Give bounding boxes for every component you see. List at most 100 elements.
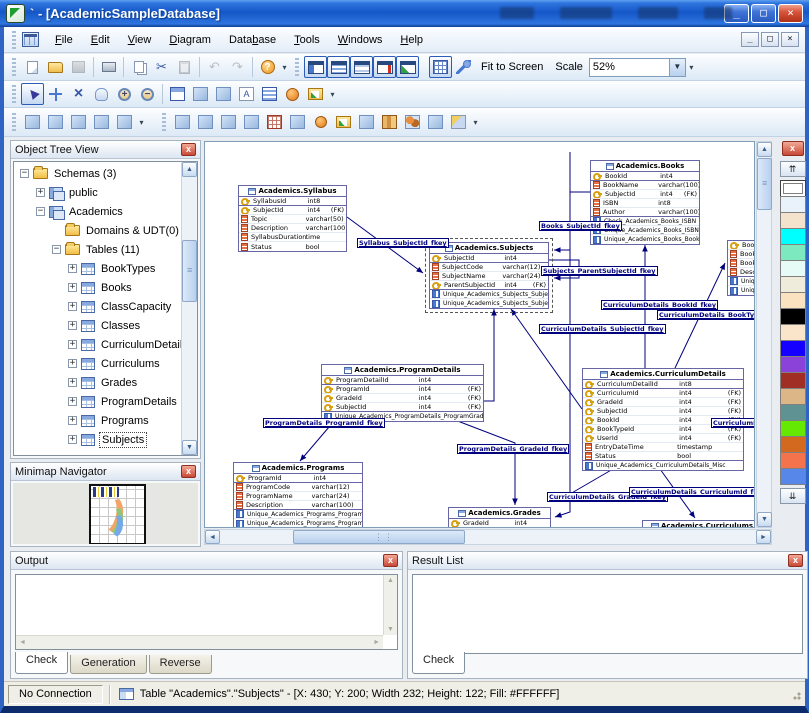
color-swatch-16[interactable] [780,452,806,469]
tab-check[interactable]: Check [15,652,68,674]
er-table-academics-programs[interactable]: Academics.ProgramsProgramIdint4ProgramCo… [233,462,363,528]
users-button[interactable] [401,111,424,133]
scroll-right-icon[interactable]: ► [756,530,771,544]
output-vertical-scrollbar[interactable]: ▲▼ [383,575,397,635]
rows-button[interactable] [258,83,281,105]
color-swatch-1[interactable] [780,212,806,229]
copy-structure-button[interactable] [212,83,235,105]
plus-expander-icon[interactable]: + [68,283,77,292]
new-button[interactable] [21,56,44,78]
output-horizontal-scrollbar[interactable]: ◄► [16,635,383,649]
open-button[interactable] [44,56,67,78]
menu-edit[interactable]: Edit [82,31,119,49]
toolbar-more-icon[interactable]: ▾ [470,118,481,127]
palette-close-icon[interactable]: x [782,141,804,156]
pan-button[interactable] [90,83,113,105]
er-column-row[interactable]: Statusbool [239,242,346,251]
cut-button[interactable] [150,56,173,78]
tree-item-grades[interactable]: +Grades [14,373,181,392]
er-index-row[interactable]: Unique_Academics_Programs_ProgramName [234,519,362,528]
color-swatch-7[interactable] [780,308,806,325]
grid-b-button[interactable] [240,111,263,133]
copy-diagram-button[interactable] [189,83,212,105]
er-column-row[interactable]: BookNamevarchar(100) [591,181,699,190]
er-column-row[interactable]: ProgramIdint4 [234,474,362,483]
print-button[interactable] [97,56,120,78]
er-column-row[interactable]: Topicvarchar(50) [239,215,346,224]
grid-d-button[interactable] [263,111,286,133]
scroll-left-icon[interactable]: ◄ [205,530,220,544]
er-table-clipped[interactable]: BookTBookTBookTDescriUniquUniqu [727,240,755,296]
fkey-label-programdetails_gradeid_fkey[interactable]: ProgramDetails_GradeId_fkey [457,444,569,454]
plus-expander-icon[interactable]: + [36,188,45,197]
color-swatch-0[interactable] [780,196,806,213]
minimap-viewport[interactable] [89,484,146,544]
folder-b-button[interactable] [332,111,355,133]
color-swatch-15[interactable] [780,436,806,453]
resize-grip[interactable] [789,688,801,700]
keys-button[interactable] [447,111,470,133]
er-column-row[interactable]: EntryDateTimetimestamp [583,443,743,452]
tree-item-programs[interactable]: +Programs [14,411,181,430]
mdi-close-button[interactable]: × [781,32,799,47]
convert-button[interactable] [286,111,309,133]
er-table-academics-programdetails[interactable]: Academics.ProgramDetailsProgramDetailIdi… [321,364,484,422]
scale-combobox[interactable]: 52% ▼ [589,58,686,77]
er-table-academics-curriculums[interactable]: Academics.Curriculums [642,520,755,528]
er-table-header[interactable]: Academics.Curriculums [643,521,755,528]
er-column-row[interactable]: ProgramCodevarchar(12) [234,483,362,492]
color-swatch-6[interactable] [780,292,806,309]
minimap-close-icon[interactable]: x [181,465,196,478]
canvas-horizontal-scrollbar[interactable]: ◄ ► [204,529,772,545]
color-swatch-3[interactable] [780,244,806,261]
color-swatch-12[interactable] [780,388,806,405]
flip-button[interactable] [171,111,194,133]
view-palette-button[interactable] [373,56,396,78]
zoom-out-button[interactable] [136,83,159,105]
result-list-close-icon[interactable]: x [788,554,803,567]
er-table-header[interactable]: Academics.ProgramDetails [322,365,483,376]
mdi-restore-button[interactable]: □ [761,32,779,47]
view-output-button[interactable] [327,56,350,78]
fkey-label-programdetails_programid_fkey[interactable]: ProgramDetails_ProgramId_fkey [263,418,385,428]
plus-expander-icon[interactable]: + [68,264,77,273]
menu-view[interactable]: View [119,31,161,49]
er-table-header[interactable]: Academics.Grades [449,508,550,519]
select-button[interactable] [21,83,44,105]
toolbar-more-icon[interactable]: ▾ [327,90,338,99]
image-button[interactable] [281,83,304,105]
pointer-button[interactable] [424,111,447,133]
help-button[interactable] [256,56,279,78]
er-column-row[interactable]: SyllabusIdint8 [239,197,346,206]
er-column-row[interactable]: CurriculumDetailIdint8 [583,380,743,389]
er-column-row[interactable]: SubjectCodevarchar(12) [430,263,548,272]
tree-item-curriculumdetails[interactable]: +CurriculumDetails [14,335,181,354]
plus-expander-icon[interactable]: + [68,340,77,349]
menu-tools[interactable]: Tools [285,31,329,49]
plus-expander-icon[interactable]: + [68,435,77,444]
scale-dropdown-icon[interactable]: ▼ [669,59,685,76]
plus-expander-icon[interactable]: + [68,378,77,387]
er-column-row[interactable]: SubjectIdint4(FK) [322,403,483,412]
diagram-canvas[interactable]: Academics.SyllabusSyllabusIdint8SubjectI… [204,141,755,528]
er-column-row[interactable]: SubjectNamevarchar(24) [430,272,548,281]
er-column-row[interactable]: GradeIdint4(FK) [583,398,743,407]
menu-database[interactable]: Database [220,31,285,49]
scroll-up-icon[interactable]: ▲ [757,142,772,157]
bullet-button[interactable] [309,111,332,133]
output-textarea[interactable]: ▲▼ ◄► [15,574,398,650]
color-swatch-5[interactable] [780,276,806,293]
fkey-label-subjects_parentsubjectid_fkey[interactable]: Subjects_ParentSubjectId_fkey [541,266,658,276]
er-index-row[interactable]: Uniqu [728,277,755,286]
color-swatch-2[interactable] [780,228,806,245]
palette-scroll-down-icon[interactable]: ⇊ [780,488,806,504]
mdi-minimize-button[interactable]: _ [741,32,759,47]
result-list-area[interactable] [412,574,803,654]
er-column-row[interactable]: Descriptionvarchar(100) [239,224,346,233]
fkey-label-curriculumdetails_subjectid_fkey[interactable]: CurriculumDetails_SubjectId_fkey [539,324,666,334]
tab-reverse[interactable]: Reverse [149,655,212,674]
tree-item-public[interactable]: +public [14,183,181,202]
view-list-button[interactable] [350,56,373,78]
find-button[interactable] [90,111,113,133]
fkey-label-curriculumdetails_curriculumid_fkey[interactable]: CurriculumDetails_CurriculumId_fkey [629,487,755,497]
